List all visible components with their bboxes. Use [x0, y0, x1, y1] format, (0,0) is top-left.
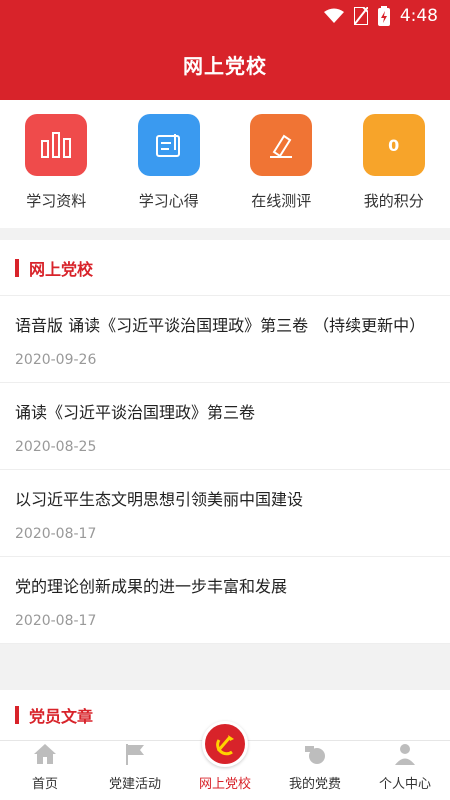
article-date: 2020-08-25 [15, 439, 97, 455]
flag-icon [122, 741, 148, 767]
tab-party-activities[interactable]: 党建活动 [90, 741, 180, 800]
article-date: 2020-09-26 [15, 352, 97, 368]
quick-actions: 学习资料 学习心得 在线测评 0 我的积分 [0, 100, 450, 228]
quick-online-test[interactable]: 在线测评 [231, 114, 331, 228]
quick-my-points[interactable]: 0 我的积分 [344, 114, 444, 228]
app-header: 4:48 网上党校 [0, 0, 450, 100]
wallet-icon [302, 741, 328, 767]
section-party-school: 网上党校 语音版 诵读《习近平谈治国理政》第三卷 （持续更新中） 2020-09… [0, 240, 450, 644]
home-icon [32, 741, 58, 767]
section-accent-bar [15, 258, 19, 277]
bottom-tab-bar: 首页 党建活动 网上党校 我的党费 个人中心 [0, 721, 450, 800]
status-bar: 4:48 [0, 0, 450, 32]
tab-label: 首页 [31, 777, 58, 792]
party-emblem-icon [202, 721, 248, 767]
quick-study-materials[interactable]: 学习资料 [6, 114, 106, 228]
tab-personal-center[interactable]: 个人中心 [360, 741, 450, 800]
quick-label: 在线测评 [251, 192, 312, 210]
article-date: 2020-08-17 [15, 613, 97, 629]
note-icon [137, 114, 200, 176]
list-item[interactable]: 语音版 诵读《习近平谈治国理政》第三卷 （持续更新中） 2020-09-26 [0, 296, 450, 383]
article-title: 以习近平生态文明思想引领美丽中国建设 [15, 490, 304, 509]
user-icon [392, 741, 418, 767]
bar-chart-icon [25, 114, 88, 176]
section-accent-bar [15, 706, 19, 724]
article-date: 2020-08-17 [15, 526, 97, 542]
tab-home[interactable]: 首页 [0, 741, 90, 800]
section-title: 网上党校 [29, 259, 94, 279]
points-badge: 0 [362, 114, 425, 176]
tab-online-party-school[interactable]: 网上党校 [180, 721, 270, 800]
list-item[interactable]: 党的理论创新成果的进一步丰富和发展 2020-08-17 [0, 557, 450, 644]
list-item[interactable]: 以习近平生态文明思想引领美丽中国建设 2020-08-17 [0, 470, 450, 557]
section-title: 党员文章 [29, 707, 94, 726]
battery-charging-icon [377, 6, 390, 26]
tab-label: 党建活动 [108, 777, 161, 792]
quick-label: 学习资料 [26, 192, 87, 210]
quick-study-notes[interactable]: 学习心得 [119, 114, 219, 228]
tab-label: 网上党校 [198, 777, 251, 792]
tab-my-dues[interactable]: 我的党费 [270, 741, 360, 800]
tab-label: 我的党费 [288, 777, 341, 792]
tab-label: 个人中心 [378, 777, 431, 792]
no-sim-icon [353, 7, 368, 25]
page-title: 网上党校 [183, 54, 267, 78]
status-time: 4:48 [399, 6, 438, 26]
article-title: 语音版 诵读《习近平谈治国理政》第三卷 （持续更新中） [15, 316, 426, 335]
wifi-icon [323, 8, 344, 24]
pen-icon [250, 114, 313, 176]
article-title: 诵读《习近平谈治国理政》第三卷 [15, 403, 256, 422]
article-title: 党的理论创新成果的进一步丰富和发展 [15, 577, 288, 596]
quick-label: 我的积分 [363, 192, 424, 210]
list-item[interactable]: 诵读《习近平谈治国理政》第三卷 2020-08-25 [0, 383, 450, 470]
quick-label: 学习心得 [138, 192, 199, 210]
section-header: 网上党校 [0, 240, 450, 296]
